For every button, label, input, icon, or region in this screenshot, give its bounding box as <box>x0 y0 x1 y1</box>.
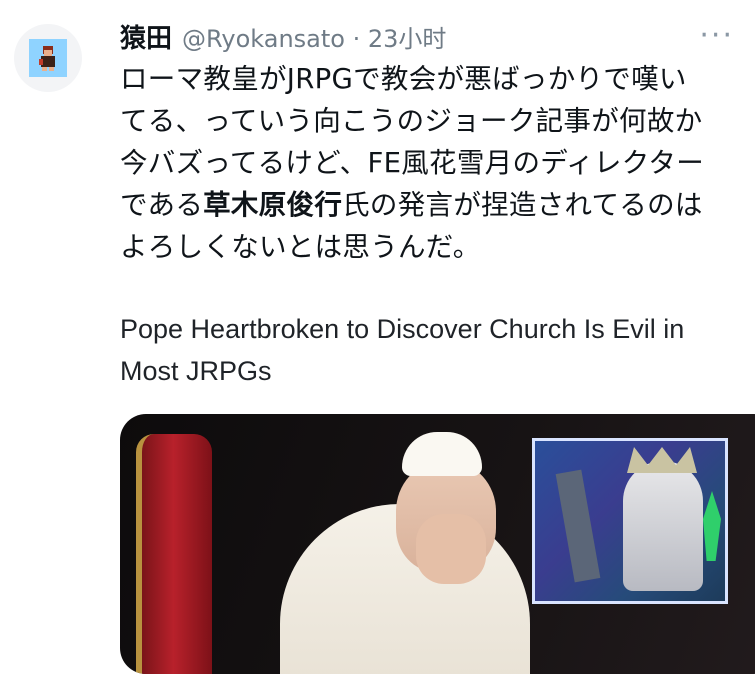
avatar-image <box>29 39 67 77</box>
figure-cap-shape <box>402 432 482 476</box>
tweet-text-bold-name: 草木原俊行 <box>203 189 343 221</box>
timestamp[interactable]: 23小时 <box>368 25 447 53</box>
avatar[interactable] <box>14 24 82 92</box>
inset-game-image <box>532 438 728 604</box>
link-card-image[interactable] <box>120 414 755 674</box>
tweet-text: ローマ教皇がJRPGで教会が悪ばっかりで嘆い てる、っていう向こうのジョーク記事… <box>120 58 750 268</box>
author-handle-and-time: @Ryokansato · 23小时 <box>182 19 446 54</box>
pixel-character-icon <box>29 39 67 77</box>
crown-shape <box>627 447 697 473</box>
separator: · <box>352 24 361 53</box>
character-shape <box>623 461 703 591</box>
author-name[interactable]: 猿田 <box>120 18 172 55</box>
more-options-icon[interactable]: ··· <box>699 16 734 56</box>
sword-shape <box>555 469 601 583</box>
red-chair-shape <box>136 434 212 674</box>
figure-hands-shape <box>416 514 486 584</box>
link-card-headline[interactable]: Pope Heartbroken to Discover Church Is E… <box>120 308 750 392</box>
crystal-shape <box>703 491 721 561</box>
author-handle[interactable]: @Ryokansato <box>182 25 345 53</box>
tweet-header: 猿田 @Ryokansato · 23小时 ··· <box>120 16 740 56</box>
